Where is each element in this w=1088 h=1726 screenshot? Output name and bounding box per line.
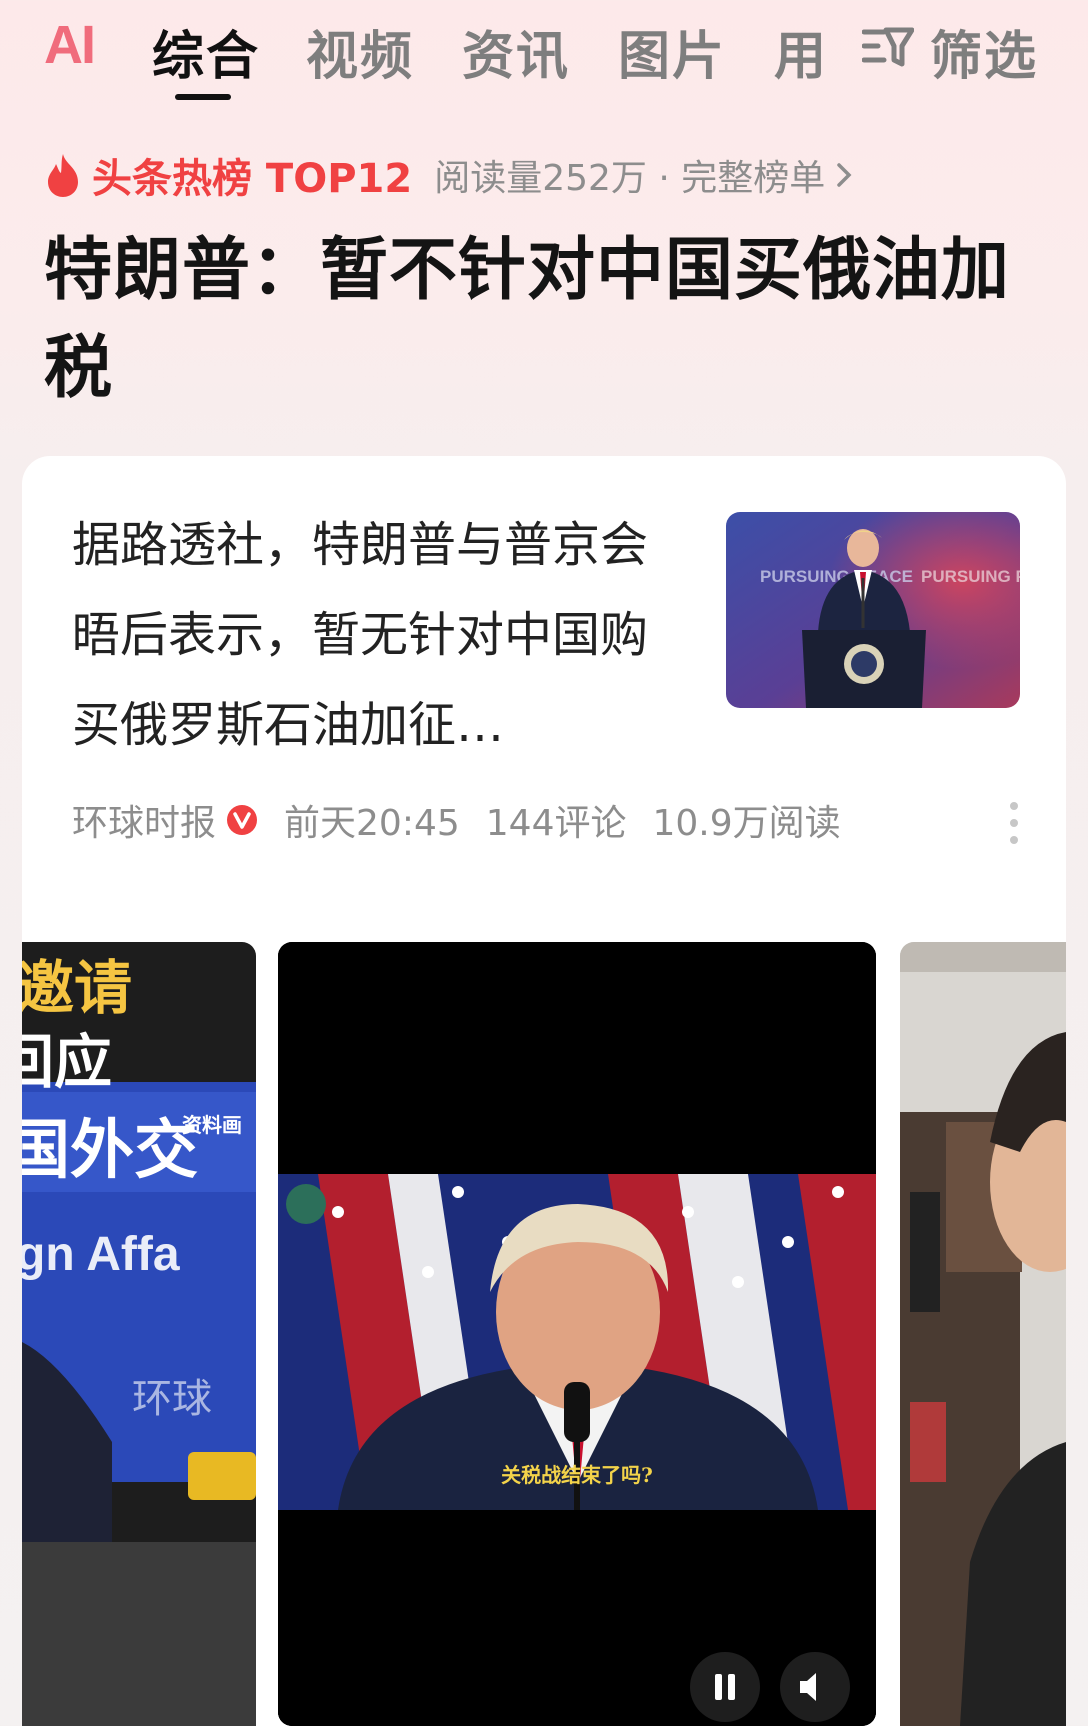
tab-users[interactable]: 用 — [774, 14, 828, 89]
video-card-center[interactable]: 关税战结束了吗? — [278, 942, 876, 1726]
video-left-overlay-6: 资料画 — [182, 1113, 242, 1137]
chevron-right-icon — [837, 163, 852, 187]
filter-icon[interactable] — [862, 26, 914, 68]
speaker-icon — [800, 1673, 816, 1701]
tab-images[interactable]: 图片 — [618, 14, 726, 89]
search-tab-bar: AI 综合 视频 资讯 图片 用 筛选 — [0, 0, 1088, 110]
tab-comprehensive[interactable]: 综合 — [152, 14, 260, 89]
filter-button[interactable]: 筛选 — [930, 14, 1038, 89]
tab-video[interactable]: 视频 — [306, 14, 414, 89]
flame-icon — [48, 154, 78, 197]
pause-button[interactable] — [690, 1652, 760, 1722]
hot-list-label: 头条热榜 TOP12 — [92, 156, 413, 202]
tab-ai[interactable]: AI — [44, 14, 96, 76]
video-left-overlay-3: 国外交 — [22, 1114, 198, 1188]
thumb-backdrop-text-right: PURSUING PEACE — [921, 567, 1020, 586]
video-left-overlay-2: 回应 — [22, 1028, 112, 1096]
news-reads: 10.9万阅读 — [652, 803, 841, 844]
pause-icon — [715, 1674, 735, 1700]
video-left-overlay-5: 环球 — [132, 1376, 212, 1422]
video-left-overlay-4: gn Affa — [22, 1228, 180, 1281]
video-left-overlay-1: 邀请 — [22, 954, 132, 1022]
video-center-caption: 关税战结束了吗? — [501, 1463, 653, 1487]
mute-button[interactable] — [780, 1652, 850, 1722]
news-thumbnail[interactable]: PURSUING PEACE PURSUING PEACE — [726, 512, 1020, 708]
hot-list-meta[interactable]: 阅读量252万 · 完整榜单 — [434, 149, 825, 201]
video-card-right[interactable] — [900, 942, 1066, 1726]
news-time: 前天20:45 — [284, 803, 460, 844]
hot-list-row[interactable]: 头条热榜 TOP12 阅读量252万 · 完整榜单 — [44, 149, 857, 202]
hot-headline[interactable]: 特朗普：暂不针对中国买俄油加税 — [44, 222, 1034, 418]
news-comments[interactable]: 144评论 — [486, 794, 627, 846]
news-meta: 环球时报 前天20:45 144评论 10.9万阅读 — [72, 794, 867, 846]
verified-badge-icon — [227, 805, 258, 835]
tab-news[interactable]: 资讯 — [462, 14, 570, 89]
news-source[interactable]: 环球时报 — [72, 794, 216, 846]
news-summary[interactable]: 据路透社，特朗普与普京会晤后表示，暂无针对中国购买俄罗斯石油加征… — [72, 500, 692, 770]
more-options-icon[interactable] — [1008, 800, 1020, 846]
active-tab-indicator — [175, 94, 231, 100]
video-card-left[interactable]: 邀请 回应 国外交 资料画 gn Affa 环球 — [22, 942, 256, 1726]
